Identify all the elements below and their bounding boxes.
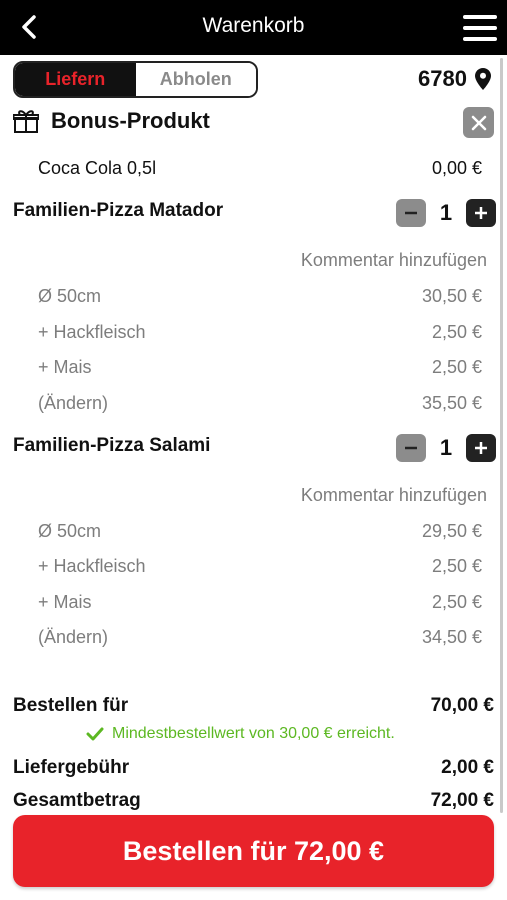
change-item-link[interactable]: (Ändern)	[38, 393, 108, 414]
delivery-option[interactable]: Liefern	[15, 63, 136, 96]
top-bar: Warenkorb	[0, 0, 507, 55]
option-label: Ø 50cm	[38, 286, 102, 306]
option-label: + Hackfleisch	[38, 556, 146, 576]
option-label: + Mais	[38, 592, 92, 612]
option-price: 30,50 €	[421, 286, 482, 306]
delivery-fee-row: Liefergebühr 2,00 €	[13, 757, 494, 779]
location-selector[interactable]: 6780	[418, 66, 491, 92]
item-option-row: (Ändern) 35,50 €	[38, 393, 482, 414]
item-total-price: 34,50 €	[421, 627, 482, 647]
delivery-fee-value: 2,00 €	[441, 757, 494, 778]
remove-bonus-button[interactable]	[463, 107, 494, 138]
delivery-mode-toggle: Liefern Abholen	[13, 61, 258, 98]
quantity-stepper: 1	[396, 199, 496, 227]
cart-item-name: Familien-Pizza Salami	[13, 435, 211, 456]
hamburger-menu-icon[interactable]	[463, 15, 497, 41]
add-comment-link[interactable]: Kommentar hinzufügen	[301, 250, 487, 271]
option-price: 2,50 €	[431, 322, 482, 342]
quantity-value: 1	[439, 200, 453, 225]
decrease-quantity-button[interactable]	[396, 434, 426, 462]
total-label: Gesamtbetrag	[13, 790, 141, 811]
page-title: Warenkorb	[202, 14, 305, 37]
option-price: 2,50 €	[431, 592, 482, 612]
bonus-product-header: Bonus-Produkt	[13, 108, 210, 134]
cart-item-name: Familien-Pizza Matador	[13, 200, 224, 221]
bonus-item-row: Coca Cola 0,5l 0,00 €	[38, 158, 482, 179]
decrease-quantity-button[interactable]	[396, 199, 426, 227]
min-order-text: Mindestbestellwert von 30,00 € erreicht.	[112, 725, 395, 742]
item-option-row: (Ändern) 34,50 €	[38, 627, 482, 648]
zip-code: 6780	[418, 66, 467, 91]
item-option-row: Ø 50cm 29,50 €	[38, 521, 482, 542]
subtotal-row: Bestellen für 70,00 €	[13, 695, 494, 717]
minus-icon	[405, 211, 417, 215]
option-label: + Mais	[38, 357, 92, 377]
minus-icon	[405, 446, 417, 450]
add-comment-link[interactable]: Kommentar hinzufügen	[301, 485, 487, 506]
total-row: Gesamtbetrag 72,00 €	[13, 790, 494, 812]
subtotal-label: Bestellen für	[13, 695, 129, 716]
option-label: Ø 50cm	[38, 521, 102, 541]
bonus-product-title: Bonus-Produkt	[51, 108, 210, 133]
bonus-item-name: Coca Cola 0,5l	[38, 158, 157, 178]
scrollbar[interactable]	[500, 58, 503, 813]
item-option-row: + Hackfleisch 2,50 €	[38, 322, 482, 343]
place-order-button[interactable]: Bestellen für 72,00 €	[13, 815, 494, 887]
map-pin-icon	[475, 68, 491, 90]
increase-quantity-button[interactable]	[466, 434, 496, 462]
option-price: 29,50 €	[421, 521, 482, 541]
change-item-link[interactable]: (Ändern)	[38, 627, 108, 648]
close-icon	[471, 115, 486, 130]
item-option-row: + Mais 2,50 €	[38, 592, 482, 613]
plus-icon	[475, 442, 487, 454]
item-option-row: + Mais 2,50 €	[38, 357, 482, 378]
total-value: 72,00 €	[430, 790, 494, 811]
bonus-item-price: 0,00 €	[431, 158, 482, 178]
item-option-row: + Hackfleisch 2,50 €	[38, 556, 482, 577]
quantity-stepper: 1	[396, 434, 496, 462]
gift-icon	[13, 110, 39, 133]
plus-icon	[475, 207, 487, 219]
option-price: 2,50 €	[431, 556, 482, 576]
increase-quantity-button[interactable]	[466, 199, 496, 227]
item-option-row: Ø 50cm 30,50 €	[38, 286, 482, 307]
delivery-fee-label: Liefergebühr	[13, 757, 130, 778]
min-order-note: Mindestbestellwert von 30,00 € erreicht.	[86, 725, 395, 743]
option-label: + Hackfleisch	[38, 322, 146, 342]
item-total-price: 35,50 €	[421, 393, 482, 413]
option-price: 2,50 €	[431, 357, 482, 377]
quantity-value: 1	[439, 435, 453, 460]
pickup-option[interactable]: Abholen	[135, 63, 256, 96]
checkmark-icon	[86, 727, 104, 741]
subtotal-value: 70,00 €	[430, 695, 494, 716]
